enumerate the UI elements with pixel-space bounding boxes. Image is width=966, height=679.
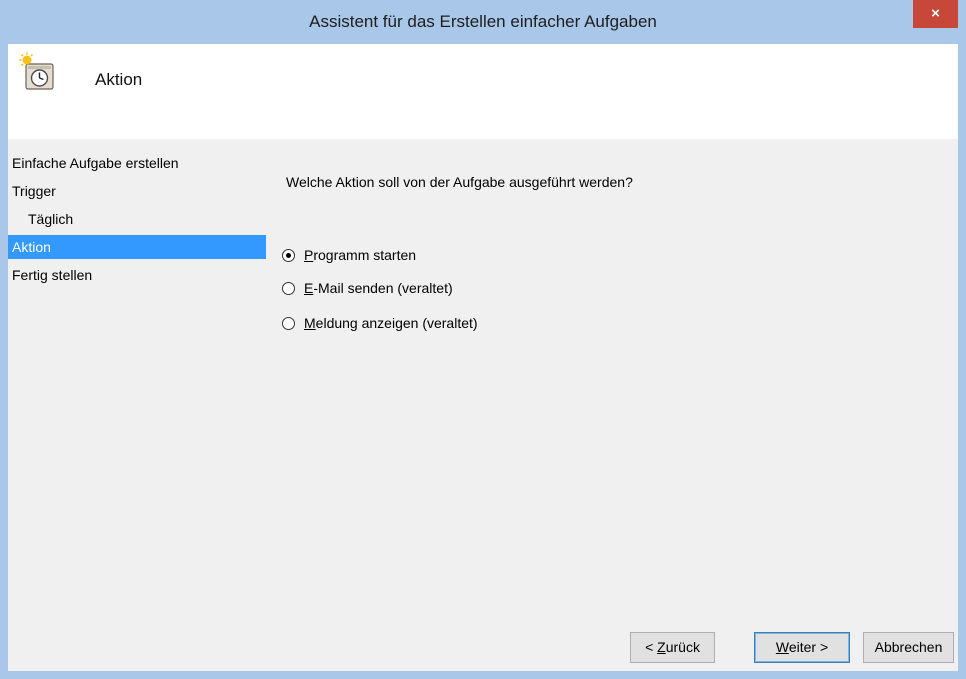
radio-label-text: -Mail senden (veraltet) [313,280,453,296]
client-area: Aktion Einfache Aufgabe erstellen Trigge… [8,44,958,671]
header-panel: Aktion [8,44,958,139]
radio-option-email-senden[interactable]: E-Mail senden (veraltet) [282,276,453,300]
mnemonic-letter: W [775,639,789,655]
mnemonic-letter: P [304,247,314,263]
window-title: Assistent für das Erstellen einfacher Au… [309,12,657,31]
radio-label-text: eldung anzeigen (veraltet) [315,315,478,331]
radio-label-text: rogramm starten [313,247,417,263]
mnemonic-letter: E [304,280,314,296]
back-label: urück [665,639,700,655]
radio-button[interactable] [282,281,295,295]
radio-label: Meldung anzeigen (veraltet) [304,315,478,331]
action-question: Welche Aktion soll von der Aufgabe ausge… [286,174,633,190]
close-icon: × [931,5,940,22]
radio-button[interactable] [282,316,295,330]
mnemonic-letter: Z [657,639,666,655]
sidebar-item-einfache-aufgabe[interactable]: Einfache Aufgabe erstellen [8,149,266,177]
task-scheduler-clock-icon [19,52,54,90]
sidebar-item-aktion[interactable]: Aktion [8,235,266,259]
sidebar-item-trigger[interactable]: Trigger [8,177,266,205]
cancel-button[interactable]: Abbrechen [863,632,954,663]
radio-option-programm-starten[interactable]: Programm starten [282,243,416,267]
back-button[interactable]: < Zurück [630,632,715,663]
page-title: Aktion [95,70,143,89]
radio-option-meldung-anzeigen[interactable]: Meldung anzeigen (veraltet) [282,311,478,335]
next-label: eiter > [788,639,829,655]
back-prefix: < [645,639,658,655]
mnemonic-letter: M [304,315,316,331]
sidebar-item-taeglich[interactable]: Täglich [8,205,266,233]
close-button[interactable]: × [913,0,958,28]
wizard-window: Assistent für das Erstellen einfacher Au… [0,0,966,679]
title-bar[interactable]: Assistent für das Erstellen einfacher Au… [0,0,966,44]
wizard-steps-sidebar: Einfache Aufgabe erstellen Trigger Tägli… [8,149,266,289]
next-button[interactable]: Weiter > [754,632,850,663]
radio-label: Programm starten [304,247,416,263]
radio-label: E-Mail senden (veraltet) [304,280,453,296]
sidebar-item-fertig-stellen[interactable]: Fertig stellen [8,261,266,289]
radio-button-checked[interactable] [282,248,295,262]
